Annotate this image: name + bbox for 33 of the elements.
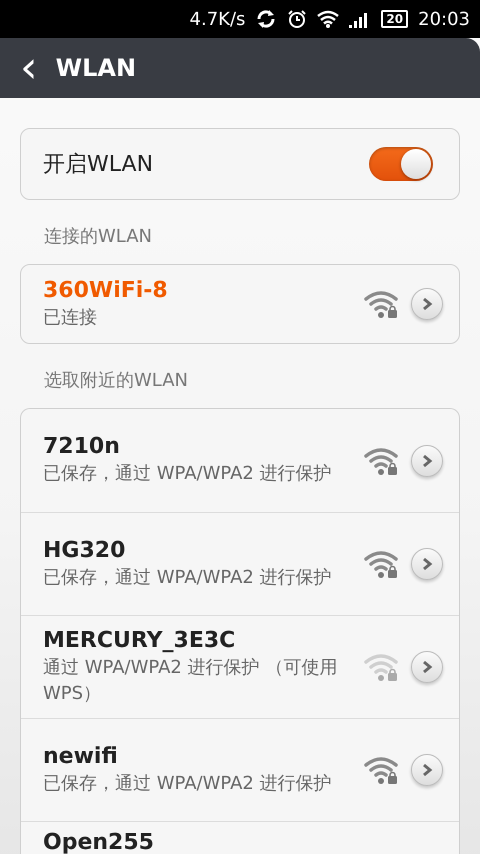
chevron-right-icon: [421, 454, 433, 468]
wifi-icon: [317, 10, 340, 28]
network-name: MERCURY_3E3C: [43, 628, 236, 652]
toggle-label: 开启WLAN: [43, 151, 154, 179]
network-speed: 4.7K/s: [190, 8, 246, 30]
network-name: HG320: [43, 538, 126, 562]
section-label: 连接的WLAN: [43, 225, 154, 249]
network-name: 360WiFi-8: [43, 278, 169, 302]
chevron-right-icon: [421, 763, 433, 777]
chevron-right-icon: [421, 660, 433, 674]
network-status: 通过 WPA/WPA2 进行保护 （可使用 WPS）: [43, 656, 338, 706]
alarm-icon: [287, 9, 308, 29]
battery-level: 20: [381, 10, 408, 28]
network-status: 已保存，通过 WPA/WPA2 进行保护: [43, 772, 333, 796]
sync-icon: [255, 9, 278, 29]
section-label: 选取附近的WLAN: [43, 369, 190, 393]
network-name: newifi: [43, 744, 119, 768]
network-name: Open255: [43, 830, 155, 854]
network-name: 7210n: [43, 434, 121, 459]
page-title: WLAN: [56, 54, 136, 82]
back-button[interactable]: ‹: [14, 48, 44, 88]
details-button[interactable]: [411, 651, 443, 683]
details-button[interactable]: [411, 754, 443, 786]
details-button[interactable]: [411, 288, 443, 320]
clock: 20:03: [418, 8, 470, 30]
wlan-switch[interactable]: [369, 147, 433, 181]
chevron-right-icon: [421, 297, 433, 311]
details-button[interactable]: [411, 444, 443, 476]
network-status: 已连接: [43, 306, 98, 330]
network-status: 已保存，通过 WPA/WPA2 进行保护: [43, 462, 333, 486]
details-button[interactable]: [411, 548, 443, 580]
network-status: 已保存，通过 WPA/WPA2 进行保护: [43, 566, 333, 590]
chevron-right-icon: [421, 557, 433, 571]
